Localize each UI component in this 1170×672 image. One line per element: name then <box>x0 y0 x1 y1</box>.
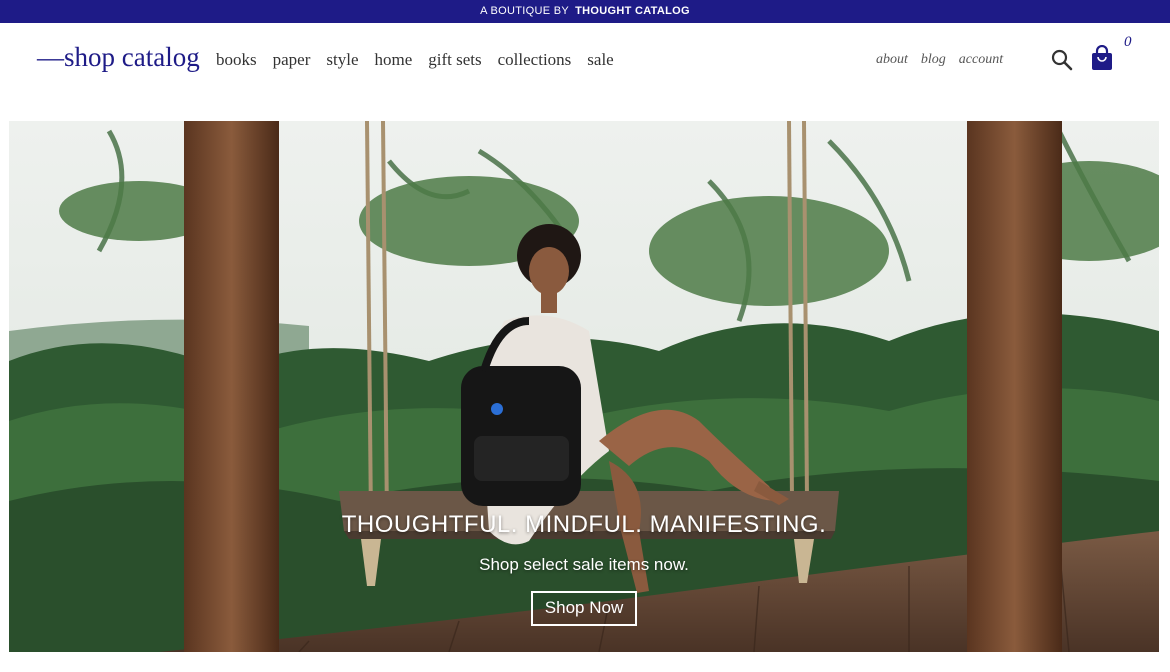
announcement-brand-link[interactable]: THOUGHT CATALOG <box>575 5 690 17</box>
site-header: —shop catalog books paper style home gif… <box>0 23 1170 121</box>
announcement-bar: A BOUTIQUE BY THOUGHT CATALOG <box>0 0 1170 23</box>
nav-item-paper[interactable]: paper <box>273 50 311 70</box>
site-logo[interactable]: —shop catalog <box>37 42 200 73</box>
main-nav: books paper style home gift sets collect… <box>216 50 630 70</box>
hero-banner[interactable]: THOUGHTFUL. MINDFUL. MANIFESTING. Shop s… <box>9 121 1159 652</box>
nav-item-gift-sets[interactable]: gift sets <box>428 50 481 70</box>
nav-item-books[interactable]: books <box>216 50 257 70</box>
cart-count-badge[interactable]: 0 <box>1124 34 1132 51</box>
secondary-nav: about blog account <box>876 52 1016 68</box>
nav-item-sale[interactable]: sale <box>587 50 613 70</box>
hero-content: THOUGHTFUL. MINDFUL. MANIFESTING. Shop s… <box>9 511 1159 626</box>
announcement-prefix: A BOUTIQUE BY <box>480 5 569 17</box>
nav-item-about[interactable]: about <box>876 52 908 68</box>
hero-headline: THOUGHTFUL. MINDFUL. MANIFESTING. <box>341 511 827 538</box>
nav-item-style[interactable]: style <box>326 50 358 70</box>
search-icon[interactable] <box>1050 48 1074 72</box>
nav-item-blog[interactable]: blog <box>921 52 946 68</box>
shopping-bag-icon[interactable] <box>1090 45 1114 71</box>
nav-item-account[interactable]: account <box>959 52 1003 68</box>
hero-subline: Shop select sale items now. <box>479 555 689 574</box>
shop-now-button[interactable]: Shop Now <box>530 591 638 626</box>
nav-item-collections[interactable]: collections <box>498 50 572 70</box>
nav-item-home[interactable]: home <box>375 50 413 70</box>
